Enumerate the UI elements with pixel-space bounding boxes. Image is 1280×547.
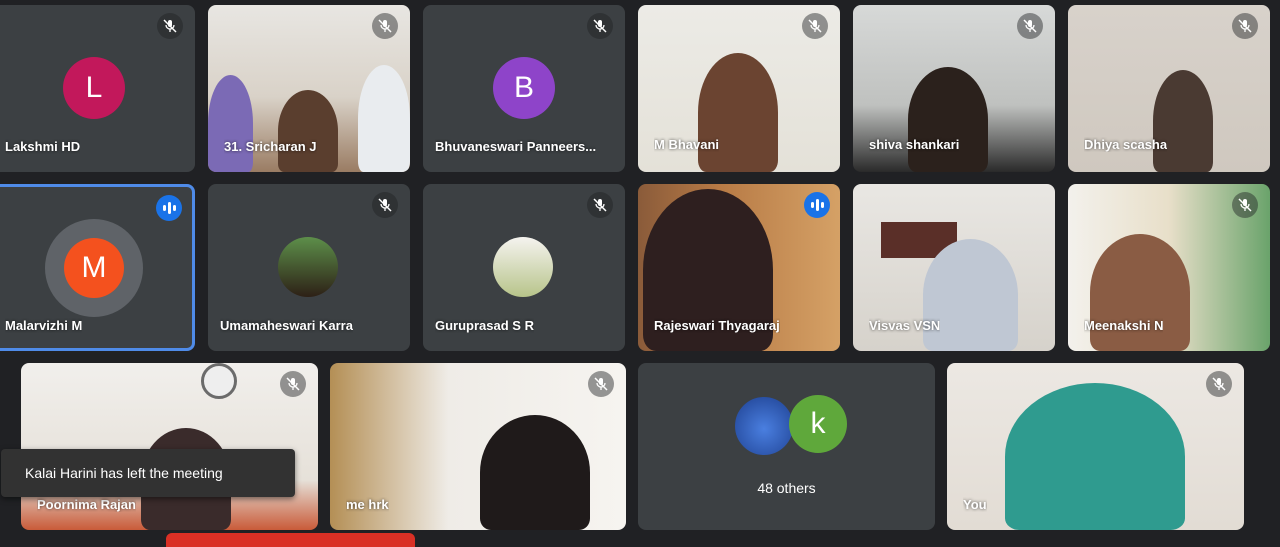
toast-message: Kalai Harini has left the meeting	[25, 465, 223, 481]
video-person	[1090, 234, 1190, 351]
participant-tile-m-bhavani[interactable]: M Bhavani	[638, 5, 840, 172]
participant-name: Visvas VSN	[869, 318, 941, 333]
wall-clock	[201, 363, 237, 399]
video-person	[1005, 383, 1185, 530]
participant-tile-meenakshi[interactable]: Meenakshi N	[1068, 184, 1270, 351]
participant-name: Lakshmi HD	[5, 139, 81, 154]
mic-off-icon	[372, 13, 398, 39]
participant-tile-shiva-shankari[interactable]: shiva shankari	[853, 5, 1055, 172]
participant-name: Guruprasad S R	[435, 318, 534, 333]
video-person	[698, 53, 778, 172]
participant-name: 31. Sricharan J	[224, 139, 317, 154]
video-person	[908, 67, 988, 172]
mic-off-icon	[802, 13, 828, 39]
avatar: M	[64, 238, 124, 298]
mic-off-icon	[157, 13, 183, 39]
avatar-initial: L	[85, 71, 103, 104]
avatar-initial: M	[81, 251, 107, 284]
mic-off-icon	[1232, 13, 1258, 39]
others-tile[interactable]: k 48 others	[638, 363, 935, 530]
participant-tile-malarvizhi[interactable]: M Malarvizhi M	[0, 184, 195, 351]
avatar-initial: k	[810, 407, 826, 440]
participant-tile-you[interactable]: You	[947, 363, 1244, 530]
speaking-indicator-icon	[156, 195, 182, 221]
participant-name: me hrk	[346, 497, 389, 512]
end-call-bar[interactable]	[166, 533, 415, 547]
avatar: k	[789, 395, 847, 453]
participant-name: Poornima Rajan	[37, 497, 136, 512]
avatar	[278, 237, 338, 297]
notification-toast: Kalai Harini has left the meeting	[1, 449, 295, 497]
avatar: L	[63, 57, 125, 119]
others-count: 48 others	[757, 480, 816, 496]
participant-tile-poornima[interactable]: Poornima Rajan	[21, 363, 318, 530]
participant-tile-visvas[interactable]: Visvas VSN	[853, 184, 1055, 351]
mic-off-icon	[587, 192, 613, 218]
mic-off-icon	[587, 13, 613, 39]
participant-name: Bhuvaneswari Panneers...	[435, 139, 597, 154]
video-person	[1153, 70, 1213, 172]
avatar-krishna	[733, 395, 795, 457]
avatar-initial: B	[513, 71, 534, 104]
mic-off-icon	[1206, 371, 1232, 397]
participant-name: Umamaheswari Karra	[220, 318, 353, 333]
participant-tile-umamaheswari[interactable]: Umamaheswari Karra	[208, 184, 410, 351]
participant-name: Rajeswari Thyagaraj	[654, 318, 780, 333]
participant-name: M Bhavani	[654, 137, 720, 152]
avatar: B	[493, 57, 555, 119]
participant-tile-guruprasad[interactable]: Guruprasad S R	[423, 184, 625, 351]
participant-name: Malarvizhi M	[5, 318, 83, 333]
participant-name: You	[963, 497, 987, 512]
participant-tile-me-hrk[interactable]: me hrk	[330, 363, 626, 530]
participant-name: Dhiya scasha	[1084, 137, 1168, 152]
participant-name: shiva shankari	[869, 137, 960, 152]
participant-name: Meenakshi N	[1084, 318, 1164, 333]
others-avatars: k	[733, 395, 847, 457]
video-person	[278, 90, 338, 172]
video-person	[923, 239, 1018, 351]
participant-tile-rajeswari[interactable]: Rajeswari Thyagaraj	[638, 184, 840, 351]
participant-tile-sricharan[interactable]: 31. Sricharan J	[208, 5, 410, 172]
participant-tile-dhiya[interactable]: Dhiya scasha	[1068, 5, 1270, 172]
speaking-indicator-icon	[804, 192, 830, 218]
mic-off-icon	[588, 371, 614, 397]
avatar	[493, 237, 553, 297]
video-person	[358, 65, 410, 172]
video-person	[208, 75, 253, 172]
participant-tile-bhuvaneswari[interactable]: B Bhuvaneswari Panneers...	[423, 5, 625, 172]
mic-off-icon	[1232, 192, 1258, 218]
mic-off-icon	[372, 192, 398, 218]
mic-off-icon	[1017, 13, 1043, 39]
video-person	[480, 415, 590, 530]
participant-tile-lakshmi[interactable]: L Lakshmi HD	[0, 5, 195, 172]
mic-off-icon	[280, 371, 306, 397]
